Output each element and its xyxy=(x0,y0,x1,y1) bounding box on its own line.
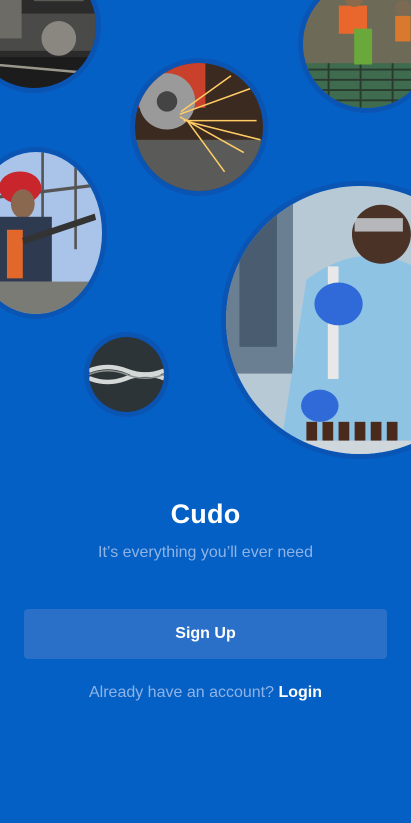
factory-machinery-photo xyxy=(0,0,96,88)
construction-worker-rebar-photo xyxy=(303,0,411,108)
sign-up-button[interactable]: Sign Up xyxy=(24,609,387,659)
welcome-screen: Cudo It’s everything you’ll ever need Si… xyxy=(0,0,411,823)
account-prompt-text: Already have an account? xyxy=(88,684,274,701)
login-link[interactable]: Login xyxy=(278,684,322,701)
lab-scientist-pipette-photo xyxy=(226,186,411,454)
steel-cable-photo xyxy=(89,337,164,412)
app-title: Cudo xyxy=(170,499,241,529)
app-tagline: It’s everything you’ll ever need xyxy=(98,544,313,561)
angle-grinder-sparks-photo xyxy=(135,63,263,191)
login-prompt: Already have an account? Login xyxy=(0,684,411,702)
welder-hardhat-photo xyxy=(0,152,102,314)
